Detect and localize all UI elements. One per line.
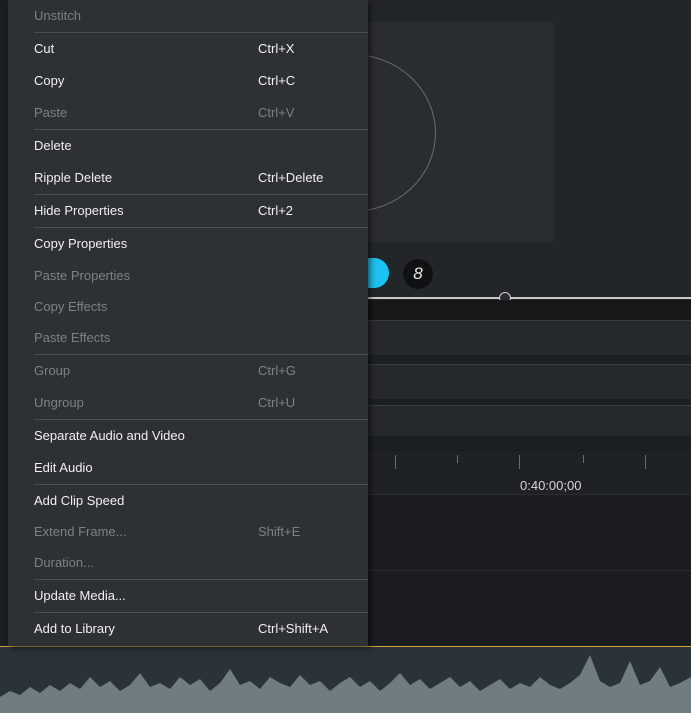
menu-item-label: Duration... bbox=[34, 555, 94, 570]
menu-item-label: Paste bbox=[34, 105, 68, 120]
ruler-time-label: 0:40:00;00 bbox=[520, 478, 582, 493]
menu-item-label: Copy bbox=[34, 73, 65, 88]
menu-item-shortcut: Shift+E bbox=[258, 524, 301, 539]
menu-item-shortcut: Ctrl+Delete bbox=[258, 170, 324, 185]
menu-item-label: Paste Effects bbox=[34, 330, 111, 345]
menu-item-shortcut: Ctrl+X bbox=[258, 41, 295, 56]
audio-waveform-clip[interactable] bbox=[0, 646, 691, 713]
timeline-track[interactable] bbox=[360, 570, 691, 647]
menu-item-label: Cut bbox=[34, 41, 55, 56]
menu-item-paste-effects[interactable]: Paste Effects bbox=[8, 322, 368, 354]
menu-item-copy-properties[interactable]: Copy Properties bbox=[8, 228, 368, 260]
timeline-track[interactable] bbox=[360, 494, 691, 571]
menu-item-shortcut: Ctrl+C bbox=[258, 73, 296, 88]
menu-item-duration[interactable]: Duration... bbox=[8, 547, 368, 579]
ruler-tick bbox=[457, 455, 458, 463]
menu-item-label: Ripple Delete bbox=[34, 170, 113, 185]
menu-item-label: Add Clip Speed bbox=[34, 493, 125, 508]
menu-item-extend-frame[interactable]: Extend Frame... Shift+E bbox=[8, 516, 368, 548]
annotation-icon[interactable]: 8 bbox=[403, 259, 433, 289]
waveform-icon bbox=[0, 655, 691, 713]
menu-item-label: Separate Audio and Video bbox=[34, 428, 185, 443]
menu-item-label: Group bbox=[34, 363, 71, 378]
menu-item-label: Copy Properties bbox=[34, 236, 128, 251]
menu-item-separate-audio-video[interactable]: Separate Audio and Video bbox=[8, 420, 368, 452]
ruler-tick bbox=[519, 455, 520, 469]
menu-item-copy-effects[interactable]: Copy Effects bbox=[8, 291, 368, 323]
menu-item-label: Paste Properties bbox=[34, 268, 131, 283]
menu-item-label: Edit Audio bbox=[34, 460, 93, 475]
menu-item-add-to-library[interactable]: Add to Library Ctrl+Shift+A bbox=[8, 613, 368, 645]
menu-item-group[interactable]: Group Ctrl+G bbox=[8, 355, 368, 387]
menu-item-edit-audio[interactable]: Edit Audio bbox=[8, 452, 368, 484]
menu-item-unstitch[interactable]: Unstitch bbox=[8, 0, 368, 32]
menu-item-label: Unstitch bbox=[34, 8, 81, 23]
menu-item-shortcut: Ctrl+V bbox=[258, 105, 295, 120]
menu-item-shortcut: Ctrl+U bbox=[258, 395, 296, 410]
timeline-track[interactable] bbox=[360, 320, 691, 355]
menu-item-label: Add to Library bbox=[34, 621, 115, 636]
timeline-track[interactable] bbox=[360, 364, 691, 399]
menu-item-shortcut: Ctrl+G bbox=[258, 363, 296, 378]
menu-item-label: Ungroup bbox=[34, 395, 84, 410]
menu-item-copy[interactable]: Copy Ctrl+C bbox=[8, 65, 368, 97]
ruler-tick bbox=[583, 455, 584, 463]
menu-item-label: Hide Properties bbox=[34, 203, 124, 218]
menu-item-label: Copy Effects bbox=[34, 299, 108, 314]
menu-item-shortcut: Ctrl+2 bbox=[258, 203, 294, 218]
menu-item-update-media[interactable]: Update Media... bbox=[8, 580, 368, 612]
toolbar-strip bbox=[360, 300, 691, 320]
menu-item-label: Extend Frame... bbox=[34, 524, 127, 539]
menu-item-label: Update Media... bbox=[34, 588, 126, 603]
menu-item-ripple-delete[interactable]: Ripple Delete Ctrl+Delete bbox=[8, 162, 368, 194]
ruler-tick bbox=[645, 455, 646, 469]
menu-item-cut[interactable]: Cut Ctrl+X bbox=[8, 33, 368, 65]
menu-item-hide-properties[interactable]: Hide Properties Ctrl+2 bbox=[8, 195, 368, 227]
ruler-tick bbox=[395, 455, 396, 469]
menu-item-label: Delete bbox=[34, 138, 72, 153]
context-menu: Unstitch Cut Ctrl+X Copy Ctrl+C Paste Ct… bbox=[8, 0, 368, 646]
timeline-track[interactable] bbox=[360, 405, 691, 436]
menu-item-delete[interactable]: Delete bbox=[8, 130, 368, 162]
menu-item-paste[interactable]: Paste Ctrl+V bbox=[8, 97, 368, 129]
menu-item-ungroup[interactable]: Ungroup Ctrl+U bbox=[8, 387, 368, 419]
menu-item-paste-properties[interactable]: Paste Properties bbox=[8, 260, 368, 292]
zoom-slider-track[interactable] bbox=[360, 297, 691, 299]
menu-item-add-clip-speed[interactable]: Add Clip Speed bbox=[8, 485, 368, 517]
menu-item-shortcut: Ctrl+Shift+A bbox=[258, 621, 329, 636]
